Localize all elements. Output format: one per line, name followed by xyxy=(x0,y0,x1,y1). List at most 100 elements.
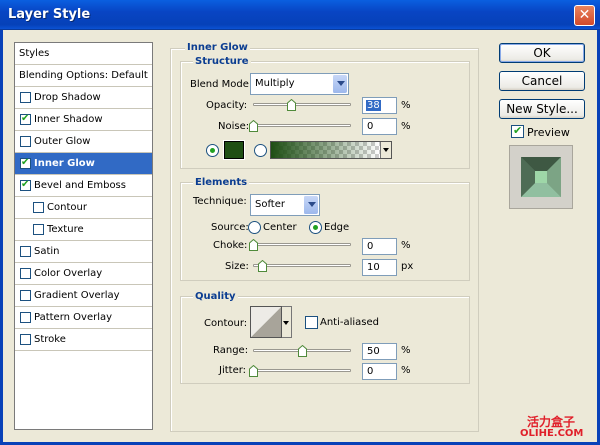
contour-dropdown-arrow[interactable] xyxy=(282,306,292,338)
styles-item-contour[interactable]: Contour xyxy=(15,197,152,219)
size-value: 10 xyxy=(367,262,380,273)
opacity-slider-track[interactable] xyxy=(253,103,351,106)
new-style-button[interactable]: New Style... xyxy=(499,99,585,119)
noise-slider-track[interactable] xyxy=(253,124,351,127)
styles-item-label: Contour xyxy=(47,202,87,213)
stroke-checkbox[interactable] xyxy=(20,334,31,345)
jitter-slider-thumb[interactable] xyxy=(249,365,258,377)
contour-preview[interactable] xyxy=(250,306,282,338)
gradient-overlay-checkbox[interactable] xyxy=(20,290,31,301)
color-overlay-checkbox[interactable] xyxy=(20,268,31,279)
contour-checkbox[interactable] xyxy=(33,202,44,213)
noise-label: Noise: xyxy=(218,121,250,132)
noise-slider-thumb[interactable] xyxy=(249,120,258,132)
choke-value: 0 xyxy=(367,241,374,252)
choke-unit: % xyxy=(401,240,411,251)
opacity-label: Opacity: xyxy=(206,100,248,111)
styles-item-inner-shadow[interactable]: Inner Shadow xyxy=(15,109,152,131)
noise-input[interactable]: 0 xyxy=(362,118,397,135)
opacity-slider-thumb[interactable] xyxy=(287,99,296,111)
jitter-input[interactable]: 0 xyxy=(362,363,397,380)
pattern-overlay-checkbox[interactable] xyxy=(20,312,31,323)
styles-item-stroke[interactable]: Stroke xyxy=(15,329,152,351)
opacity-value: 38 xyxy=(366,100,381,111)
choke-input[interactable]: 0 xyxy=(362,238,397,255)
styles-item-satin[interactable]: Satin xyxy=(15,241,152,263)
range-unit: % xyxy=(401,345,411,356)
styles-item-color-overlay[interactable]: Color Overlay xyxy=(15,263,152,285)
size-label: Size: xyxy=(225,261,249,272)
anti-aliased-checkbox[interactable] xyxy=(305,316,318,329)
size-slider-track[interactable] xyxy=(253,264,351,267)
inner-shadow-checkbox[interactable] xyxy=(20,113,31,125)
styles-item-inner-glow[interactable]: Inner Glow xyxy=(15,153,152,175)
styles-item-label: Blending Options: Default xyxy=(19,70,148,81)
opacity-unit: % xyxy=(401,100,411,111)
blend-mode-label: Blend Mode: xyxy=(190,79,253,90)
size-slider-thumb[interactable] xyxy=(258,260,267,272)
cancel-button[interactable]: Cancel xyxy=(499,71,585,91)
window-title: Layer Style xyxy=(8,7,91,22)
styles-item-label: Pattern Overlay xyxy=(34,312,113,323)
choke-slider-track[interactable] xyxy=(253,243,351,246)
styles-item-styles[interactable]: Styles xyxy=(15,43,152,65)
inner-glow-title: Inner Glow xyxy=(185,42,250,53)
styles-item-drop-shadow[interactable]: Drop Shadow xyxy=(15,87,152,109)
anti-aliased-label: Anti-aliased xyxy=(320,317,380,328)
styles-item-label: Color Overlay xyxy=(34,268,103,279)
preview-label: Preview xyxy=(527,126,570,139)
solid-color-radio[interactable] xyxy=(206,144,219,157)
size-unit: px xyxy=(401,261,414,272)
size-input[interactable]: 10 xyxy=(362,259,397,276)
range-slider-thumb[interactable] xyxy=(298,345,307,357)
opacity-input[interactable]: 38 xyxy=(362,97,397,114)
styles-list: Styles Blending Options: Default Drop Shad… xyxy=(14,42,153,430)
glow-color-swatch[interactable] xyxy=(224,141,244,159)
jitter-unit: % xyxy=(401,365,411,376)
ok-button[interactable]: OK xyxy=(499,43,585,63)
drop-shadow-checkbox[interactable] xyxy=(20,92,31,103)
jitter-value: 0 xyxy=(367,366,374,377)
quality-title: Quality xyxy=(193,291,238,302)
preview-thumbnail xyxy=(509,145,573,209)
title-bar[interactable]: Layer Style ✕ xyxy=(0,0,600,30)
styles-item-bevel-and-emboss[interactable]: Bevel and Emboss xyxy=(15,175,152,197)
styles-item-outer-glow[interactable]: Outer Glow xyxy=(15,131,152,153)
source-edge-radio[interactable] xyxy=(309,221,322,234)
styles-item-label: Stroke xyxy=(34,334,66,345)
styles-item-label: Satin xyxy=(34,246,60,257)
styles-item-label: Texture xyxy=(47,224,84,235)
styles-item-pattern-overlay[interactable]: Pattern Overlay xyxy=(15,307,152,329)
gradient-picker[interactable] xyxy=(270,141,392,159)
outer-glow-checkbox[interactable] xyxy=(20,136,31,147)
range-label: Range: xyxy=(213,345,249,356)
styles-item-texture[interactable]: Texture xyxy=(15,219,152,241)
styles-item-gradient-overlay[interactable]: Gradient Overlay xyxy=(15,285,152,307)
satin-checkbox[interactable] xyxy=(20,246,31,257)
preview-checkbox[interactable]: ✔ xyxy=(511,124,524,138)
noise-unit: % xyxy=(401,121,411,132)
structure-title: Structure xyxy=(193,56,251,67)
noise-value: 0 xyxy=(367,121,374,132)
chevron-down-icon xyxy=(332,75,347,93)
blend-mode-dropdown[interactable]: Multiply xyxy=(250,73,349,95)
styles-item-label: Gradient Overlay xyxy=(34,290,120,301)
gradient-dropdown-arrow[interactable] xyxy=(380,142,391,158)
choke-slider-thumb[interactable] xyxy=(249,239,258,251)
source-center-radio[interactable] xyxy=(248,221,261,234)
inner-glow-checkbox[interactable] xyxy=(20,157,31,169)
styles-item-label: Drop Shadow xyxy=(34,92,101,103)
close-button[interactable]: ✕ xyxy=(574,5,595,26)
bevel-and-emboss-checkbox[interactable] xyxy=(20,179,31,191)
jitter-slider-track[interactable] xyxy=(253,369,351,372)
source-center-label: Center xyxy=(263,222,297,233)
styles-item-label: Outer Glow xyxy=(34,136,91,147)
gradient-radio[interactable] xyxy=(254,144,267,157)
texture-checkbox[interactable] xyxy=(33,224,44,235)
source-edge-label: Edge xyxy=(324,222,350,233)
range-input[interactable]: 50 xyxy=(362,343,397,360)
technique-dropdown[interactable]: Softer xyxy=(250,194,320,216)
styles-item-label: Inner Glow xyxy=(34,158,95,169)
range-value: 50 xyxy=(367,346,380,357)
styles-item-blending-options-default[interactable]: Blending Options: Default xyxy=(15,65,152,87)
